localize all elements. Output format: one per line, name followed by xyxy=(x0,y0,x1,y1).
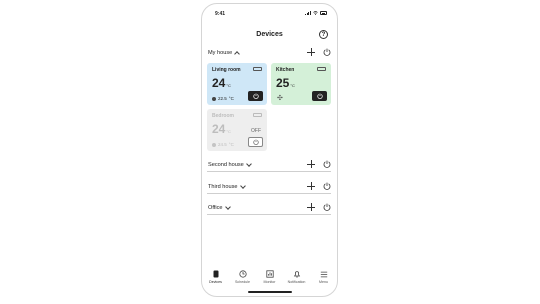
signal-icon xyxy=(305,11,311,15)
fan-icon: ✣ xyxy=(277,95,283,102)
tab-label: Notification xyxy=(287,280,306,284)
bell-icon xyxy=(293,270,301,278)
current-temperature: 24°C xyxy=(212,76,231,90)
wifi-icon xyxy=(313,11,318,15)
home-indicator xyxy=(247,291,292,293)
tab-menu[interactable]: Menu xyxy=(312,270,336,288)
chevron-down-icon xyxy=(224,204,231,210)
power-button[interactable] xyxy=(248,137,263,147)
header: Devices ? xyxy=(202,28,337,42)
device-card-living-room[interactable]: Living room 24°C 22.5 °C xyxy=(207,63,267,105)
air-conditioner-icon xyxy=(317,67,326,71)
current-temperature: 25°C xyxy=(276,76,295,90)
house-section-third-house: Third house xyxy=(207,182,331,194)
add-icon[interactable] xyxy=(307,182,315,190)
current-temperature: 24°C xyxy=(212,122,231,136)
status-bar: 9:41 xyxy=(202,11,337,19)
battery-icon xyxy=(320,11,327,15)
setpoint: 24.5 °C xyxy=(212,142,234,147)
chart-icon xyxy=(265,270,274,278)
tab-schedule[interactable]: Schedule xyxy=(231,270,255,288)
tab-label: Monitor xyxy=(263,280,276,284)
power-icon xyxy=(316,93,323,99)
tab-notification[interactable]: Notification xyxy=(285,270,309,288)
air-conditioner-icon xyxy=(253,67,262,71)
add-icon[interactable] xyxy=(307,48,315,56)
house-name: Office xyxy=(208,205,223,211)
house-name: My house xyxy=(208,50,233,56)
menu-icon xyxy=(320,270,328,278)
chevron-down-icon xyxy=(239,183,246,189)
off-label: OFF xyxy=(251,128,261,134)
house-toggle[interactable]: Third house xyxy=(208,183,246,190)
status-time: 9:41 xyxy=(215,11,226,17)
tab-label: Schedule xyxy=(235,280,250,284)
device-card-bedroom[interactable]: Bedroom 24°C OFF 24.5 °C xyxy=(207,109,267,151)
tab-monitor[interactable]: Monitor xyxy=(258,270,282,288)
house-name: Third house xyxy=(208,184,238,190)
add-icon[interactable] xyxy=(307,160,315,168)
phone-icon xyxy=(212,270,220,278)
air-conditioner-icon xyxy=(253,113,262,117)
device-card-kitchen[interactable]: Kitchen 25°C ✣ xyxy=(271,63,331,105)
house-name: Second house xyxy=(208,162,244,168)
room-name: Living room xyxy=(212,67,241,73)
power-icon[interactable] xyxy=(323,182,331,190)
divider xyxy=(207,193,331,194)
tab-label: Devices xyxy=(209,280,222,284)
clock-icon xyxy=(238,270,247,278)
house-section-second-house: Second house xyxy=(207,160,331,172)
power-icon[interactable] xyxy=(323,160,331,168)
house-toggle[interactable]: Office xyxy=(208,204,231,211)
chevron-down-icon xyxy=(245,161,252,167)
add-icon[interactable] xyxy=(307,203,315,211)
help-icon[interactable]: ? xyxy=(319,30,328,39)
power-button[interactable] xyxy=(248,91,263,101)
room-name: Bedroom xyxy=(212,113,234,119)
power-icon xyxy=(252,139,259,145)
house-toggle[interactable]: My house xyxy=(208,50,241,57)
power-icon[interactable] xyxy=(323,203,331,211)
power-icon[interactable] xyxy=(323,48,331,56)
room-name: Kitchen xyxy=(276,67,295,73)
chevron-up-icon xyxy=(234,50,241,57)
page-title: Devices xyxy=(256,31,283,38)
setpoint-dot-icon xyxy=(212,142,216,147)
divider xyxy=(207,214,331,215)
power-icon xyxy=(252,93,259,99)
house-section-office: Office xyxy=(207,203,331,215)
tab-bar: Devices Schedule Monitor Notification Me… xyxy=(202,270,337,288)
house-section-my-house: My house xyxy=(207,48,331,60)
house-toggle[interactable]: Second house xyxy=(208,161,252,168)
tab-devices[interactable]: Devices xyxy=(204,270,228,288)
power-button[interactable] xyxy=(312,91,327,101)
phone-frame: 9:41 Devices ? My house Living room 24°C… xyxy=(201,3,338,297)
divider xyxy=(207,171,331,172)
setpoint: 22.5 °C xyxy=(212,96,234,101)
setpoint-dot-icon xyxy=(212,96,216,101)
tab-label: Menu xyxy=(319,280,328,284)
system-icons xyxy=(305,11,327,15)
